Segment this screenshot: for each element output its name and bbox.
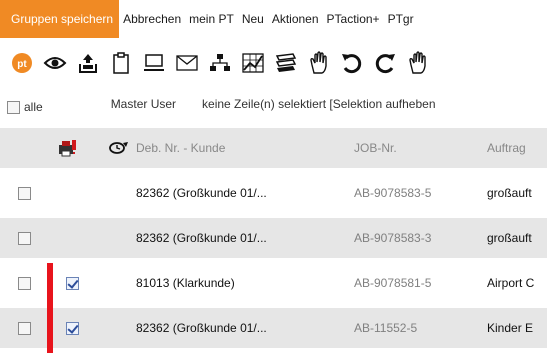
row-job-number: AB-9078581-5	[354, 276, 432, 290]
envelope-icon[interactable]	[175, 49, 199, 77]
table-row[interactable]: 81013 (Klarkunde) AB-9078581-5 Airport C	[0, 263, 547, 308]
job-table: Deb. Nr. - Kunde JOB-Nr. Auftrag 82362 (…	[0, 128, 547, 353]
network-icon[interactable]	[208, 49, 232, 77]
row-select-checkbox[interactable]	[18, 218, 31, 258]
chart-icon[interactable]	[241, 49, 265, 77]
table-row[interactable]: 82362 (Großkunde 01/... AB-11552-5 Kinde…	[0, 308, 547, 353]
menu-gruppen-speichern[interactable]: Gruppen speichern	[0, 0, 120, 38]
printer-alert-icon[interactable]	[57, 128, 77, 168]
menu-neu[interactable]: Neu	[238, 0, 268, 38]
eye-icon[interactable]	[43, 49, 67, 77]
menu-mein-pt[interactable]: mein PT	[185, 0, 238, 38]
hand-icon[interactable]	[307, 49, 331, 77]
table-row[interactable]: 82362 (Großkunde 01/... AB-9078583-5 gro…	[0, 173, 547, 218]
pt-logo-icon[interactable]: pt	[10, 49, 34, 77]
monitor-icon[interactable]	[142, 49, 166, 77]
row-order: großauft	[487, 186, 532, 200]
row-order: Kinder E	[487, 321, 534, 335]
menu-abbrechen[interactable]: Abbrechen	[119, 0, 185, 38]
clipboard-icon[interactable]	[109, 49, 133, 77]
column-header-job[interactable]: JOB-Nr.	[354, 128, 474, 168]
selection-status-text[interactable]: keine Zeile(n) selektiert [Selektion auf…	[202, 97, 435, 111]
row-customer: 82362 (Großkunde 01/...	[136, 186, 267, 200]
redo-icon[interactable]	[373, 49, 397, 77]
select-all-label: alle	[24, 100, 43, 114]
row-status-checkbox[interactable]	[66, 263, 79, 303]
row-job-number: AB-9078583-3	[354, 231, 432, 245]
book-stack-icon[interactable]	[274, 49, 298, 77]
menu-ptgroup[interactable]: PTgr	[384, 0, 418, 38]
undo-icon[interactable]	[340, 49, 364, 77]
master-user-link[interactable]: Master User	[111, 97, 176, 111]
selection-bar: alle Master User keine Zeile(n) selektie…	[0, 90, 547, 118]
row-select-checkbox[interactable]	[18, 173, 31, 213]
table-header-row: Deb. Nr. - Kunde JOB-Nr. Auftrag	[0, 128, 547, 173]
row-customer: 82362 (Großkunde 01/...	[136, 231, 267, 245]
menu-aktionen[interactable]: Aktionen	[268, 0, 323, 38]
row-status-checkbox[interactable]	[66, 308, 79, 348]
row-select-checkbox[interactable]	[18, 308, 31, 348]
top-menu-bar: Gruppen speichern Abbrechen mein PT Neu …	[0, 0, 547, 38]
row-flag-marker	[47, 263, 53, 308]
row-customer: 82362 (Großkunde 01/...	[136, 321, 267, 335]
row-select-checkbox[interactable]	[18, 263, 31, 303]
column-header-customer[interactable]: Deb. Nr. - Kunde	[136, 128, 336, 168]
row-job-number: AB-9078583-5	[354, 186, 432, 200]
column-header-order[interactable]: Auftrag	[487, 128, 547, 168]
select-all-checkbox[interactable]	[7, 100, 20, 114]
hand-stop-icon[interactable]	[406, 49, 430, 77]
table-row[interactable]: 82362 (Großkunde 01/... AB-9078583-3 gro…	[0, 218, 547, 263]
svg-text:pt: pt	[17, 59, 27, 70]
clock-refresh-icon[interactable]	[107, 128, 129, 168]
icon-toolbar: pt	[0, 44, 547, 82]
row-job-number: AB-11552-5	[354, 321, 418, 335]
inbox-upload-icon[interactable]	[76, 49, 100, 77]
row-flag-marker	[47, 308, 53, 353]
row-customer: 81013 (Klarkunde)	[136, 276, 235, 290]
menu-ptaction-plus[interactable]: PTaction+	[323, 0, 384, 38]
row-order: großauft	[487, 231, 532, 245]
row-order: Airport C	[487, 276, 535, 290]
